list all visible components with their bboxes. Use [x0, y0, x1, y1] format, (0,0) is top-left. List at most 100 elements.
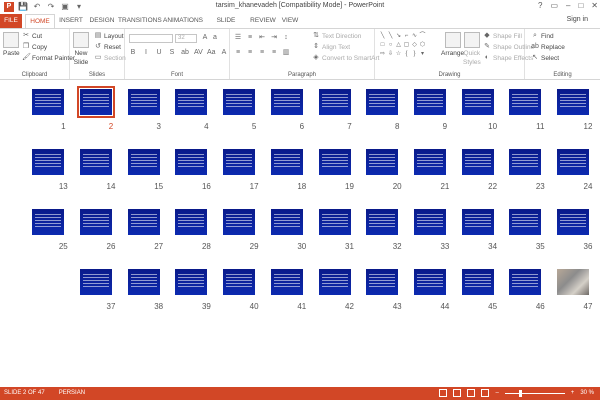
char-spacing-icon[interactable]: AV — [194, 49, 203, 57]
strikethrough-icon[interactable]: ab — [181, 49, 189, 57]
curve-shape-icon[interactable]: ∿ — [411, 33, 418, 40]
slide-thumbnail[interactable] — [557, 89, 589, 115]
select-button[interactable]: ↖ Select — [531, 54, 559, 62]
shrink-font-button[interactable]: a — [211, 34, 219, 42]
slide-thumbnail[interactable] — [318, 89, 351, 115]
slide-thumbnail[interactable] — [413, 209, 446, 235]
maximize-icon[interactable]: □ — [578, 1, 583, 10]
reset-button[interactable]: ↺ Reset — [94, 43, 121, 51]
font-size-field[interactable]: 32 — [175, 34, 197, 43]
elbow-shape-icon[interactable]: ⌐ — [403, 33, 410, 40]
paste-button[interactable]: Paste — [3, 32, 20, 57]
arrow-down-shape-icon[interactable]: ⇩ — [387, 51, 394, 58]
layout-button[interactable]: ▤ Layout — [94, 32, 124, 40]
shadow-icon[interactable]: S — [168, 49, 176, 57]
slide-thumbnail[interactable] — [32, 209, 65, 235]
bullets-icon[interactable]: ☰ — [234, 34, 242, 42]
zoom-in-icon[interactable]: + — [571, 390, 575, 396]
tab-slide-show[interactable]: SLIDE SHOW — [206, 14, 246, 38]
tab-design[interactable]: DESIGN — [87, 14, 117, 28]
arrange-button[interactable]: Arrange — [441, 32, 464, 57]
slide-thumbnail[interactable] — [461, 149, 494, 175]
replace-button[interactable]: ab Replace — [531, 43, 565, 51]
underline-icon[interactable]: U — [155, 49, 163, 57]
slide-thumbnail[interactable] — [223, 269, 256, 295]
star-shape-icon[interactable]: ☆ — [395, 51, 402, 58]
slide-thumbnail[interactable] — [223, 209, 256, 235]
slide-thumbnail[interactable] — [127, 149, 160, 175]
slide-thumbnail[interactable] — [32, 149, 65, 175]
tab-file[interactable]: FILE — [0, 14, 22, 28]
align-text-button[interactable]: ⇕ Align Text — [312, 43, 350, 51]
tab-animations[interactable]: ANIMATIONS — [162, 14, 204, 28]
slide-thumbnail[interactable] — [223, 149, 256, 175]
slide-thumbnail[interactable] — [175, 89, 208, 115]
line-shape-icon[interactable]: ╲ — [379, 33, 386, 40]
decrease-indent-icon[interactable]: ⇤ — [258, 34, 266, 42]
reading-view-icon[interactable] — [467, 389, 476, 397]
columns-icon[interactable]: ▥ — [282, 49, 290, 57]
cut-button[interactable]: ✂ Cut — [22, 32, 42, 40]
hexagon-shape-icon[interactable]: ⬡ — [419, 42, 426, 49]
zoom-slider[interactable] — [504, 389, 565, 397]
text-direction-button[interactable]: ⇅ Text Direction — [312, 32, 361, 40]
slide-thumbnail[interactable] — [318, 269, 351, 295]
slide-thumbnail[interactable] — [127, 269, 160, 295]
slide-thumbnail[interactable] — [270, 269, 303, 295]
slide-thumbnail[interactable] — [557, 209, 589, 235]
quick-styles-button[interactable]: Quick Styles — [463, 32, 481, 66]
bold-icon[interactable]: B — [129, 49, 137, 57]
close-icon[interactable]: ✕ — [591, 1, 598, 10]
slide-thumbnail[interactable] — [318, 209, 351, 235]
slide-thumbnail[interactable] — [557, 149, 589, 175]
format-painter-button[interactable]: 🖌 Format Painter — [22, 54, 75, 62]
slide-count-status[interactable]: SLIDE 2 OF 47 — [4, 390, 45, 396]
numbering-icon[interactable]: ≡ — [246, 34, 254, 42]
tab-insert[interactable]: INSERT — [56, 14, 86, 28]
grow-font-button[interactable]: A — [201, 34, 209, 42]
triangle-shape-icon[interactable]: △ — [395, 42, 402, 49]
font-color-icon[interactable]: A — [220, 49, 228, 57]
zoom-out-icon[interactable]: – — [495, 390, 498, 396]
slide-thumbnail[interactable] — [175, 149, 208, 175]
slide-thumbnail[interactable] — [175, 269, 208, 295]
arrow-right-shape-icon[interactable]: ⇨ — [379, 51, 386, 58]
slide-thumbnail[interactable] — [270, 89, 303, 115]
section-button[interactable]: ▭ Section — [94, 54, 126, 62]
sign-in-link[interactable]: Sign in — [567, 16, 588, 23]
zoom-level[interactable]: 30 % — [580, 390, 594, 396]
slide-thumbnail[interactable] — [80, 209, 112, 235]
brace-shape-icon[interactable]: } — [411, 51, 418, 58]
italic-icon[interactable]: I — [142, 49, 150, 57]
slide-thumbnail[interactable] — [366, 269, 399, 295]
slide-thumbnail[interactable] — [127, 209, 160, 235]
slide-thumbnail[interactable] — [366, 89, 399, 115]
tab-transitions[interactable]: TRANSITIONS — [118, 14, 162, 28]
slide-thumbnail[interactable] — [366, 149, 399, 175]
help-icon[interactable]: ? — [538, 1, 542, 10]
new-slide-button[interactable]: New Slide — [73, 32, 89, 66]
shapes-gallery[interactable]: ╲ ╲ ↘ ⌐ ∿ ⌒ □ ○ △ ▢ ◇ ⬡ ⇨ ⇩ ☆ { } ▾ — [379, 33, 439, 63]
language-status[interactable]: PERSIAN — [59, 390, 85, 396]
slide-thumbnail[interactable] — [127, 89, 160, 115]
slide-thumbnail[interactable] — [270, 149, 303, 175]
rectangle-shape-icon[interactable]: □ — [379, 42, 386, 49]
slide-thumbnail[interactable] — [318, 149, 351, 175]
slide-thumbnail[interactable] — [509, 209, 542, 235]
slide-thumbnail[interactable] — [461, 209, 494, 235]
oval-shape-icon[interactable]: ○ — [387, 42, 394, 49]
slide-thumbnail[interactable] — [366, 209, 399, 235]
convert-smartart-button[interactable]: ◈ Convert to SmartArt — [312, 54, 379, 62]
slide-thumbnail[interactable] — [32, 89, 65, 115]
align-left-icon[interactable]: ≡ — [234, 49, 242, 57]
slide-thumbnail[interactable] — [223, 89, 256, 115]
zoom-slider-thumb[interactable] — [518, 389, 522, 397]
change-case-icon[interactable]: Aa — [207, 49, 216, 57]
justify-icon[interactable]: ≡ — [270, 49, 278, 57]
diamond-shape-icon[interactable]: ◇ — [411, 42, 418, 49]
slide-thumbnail[interactable] — [175, 209, 208, 235]
slide-sorter-view-icon[interactable] — [453, 389, 462, 397]
align-center-icon[interactable]: ≡ — [246, 49, 254, 57]
slide-thumbnail[interactable] — [413, 269, 446, 295]
align-right-icon[interactable]: ≡ — [258, 49, 266, 57]
